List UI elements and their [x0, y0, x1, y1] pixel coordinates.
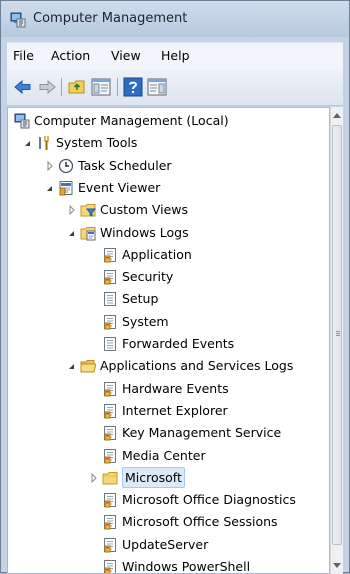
tree-item-security[interactable]: Security: [8, 267, 328, 287]
log-icon: [102, 247, 118, 263]
tree-item-system[interactable]: System: [8, 312, 328, 332]
expanded-arrow-icon[interactable]: [45, 178, 55, 198]
tree-item-label: System Tools: [56, 135, 138, 151]
tree-item-label: Internet Explorer: [122, 402, 228, 418]
event-viewer-icon: [59, 180, 73, 196]
tree-item-microsoft-office-diagnostics[interactable]: Microsoft Office Diagnostics: [8, 490, 328, 510]
tree-item-label: System: [122, 313, 169, 329]
collapsed-arrow-icon[interactable]: [45, 156, 55, 176]
menu-action[interactable]: Action: [51, 48, 90, 63]
tree-item-label: Microsoft: [122, 466, 185, 488]
menu-help[interactable]: Help: [161, 48, 190, 63]
tree-item-label: Key Management Service: [122, 425, 282, 441]
log-plain-icon: [102, 291, 118, 307]
tree-item-forwarded-events[interactable]: Forwarded Events: [8, 334, 328, 354]
expanded-arrow-icon[interactable]: [67, 356, 77, 376]
tree-item-media-center[interactable]: Media Center: [8, 446, 328, 466]
folder-open-icon: [80, 360, 96, 373]
toolbar-separator: [117, 78, 118, 96]
tree-item-windows-powershell[interactable]: Windows PowerShell: [8, 557, 328, 574]
log-icon: [102, 425, 118, 441]
tree-item-label: Hardware Events: [122, 380, 229, 396]
tree-item-key-management-service[interactable]: Key Management Service: [8, 423, 328, 443]
log-icon: [102, 537, 118, 553]
computer-management-icon: [14, 113, 30, 129]
tree-item-custom-views[interactable]: Custom Views: [8, 200, 328, 220]
tree-item-application[interactable]: Application: [8, 245, 328, 265]
log-icon: [102, 448, 118, 464]
log-icon: [102, 514, 118, 530]
tree-item-label: Event Viewer: [78, 179, 161, 195]
menu-file[interactable]: File: [13, 48, 34, 63]
window-title: Computer Management: [33, 11, 188, 26]
log-icon: [102, 314, 118, 330]
tree-item-hardware-events[interactable]: Hardware Events: [8, 379, 328, 399]
menu-bar: File Action View Help: [7, 42, 343, 69]
folder-icon: [102, 470, 118, 486]
collapsed-arrow-icon[interactable]: [89, 468, 99, 488]
tree-item-label: Forwarded Events: [122, 336, 235, 351]
tree-item-microsoft-office-sessions[interactable]: Microsoft Office Sessions: [8, 512, 328, 532]
clock-icon: [58, 158, 74, 173]
folder-logs-icon: [80, 226, 96, 240]
tree-item-updateserver[interactable]: UpdateServer: [8, 535, 328, 555]
up-folder-icon[interactable]: [67, 77, 87, 97]
tree-item-label: Applications and Services Logs: [100, 358, 294, 374]
forward-arrow-icon[interactable]: [37, 77, 57, 97]
scroll-up-arrow-icon[interactable]: [333, 113, 341, 118]
tree-item-label: Custom Views: [100, 202, 189, 218]
tree-item-event-viewer[interactable]: Event Viewer: [8, 178, 328, 198]
expanded-arrow-icon[interactable]: [23, 133, 33, 153]
scroll-down-arrow-icon[interactable]: [333, 563, 341, 568]
tree-item-label: Setup: [122, 291, 159, 307]
computer-management-icon: [10, 12, 26, 28]
title-bar[interactable]: Computer Management: [1, 1, 349, 37]
log-icon: [102, 492, 118, 508]
tree-item-label: Microsoft Office Sessions: [122, 514, 278, 530]
tree-item-label: UpdateServer: [122, 536, 209, 552]
collapsed-arrow-icon[interactable]: [67, 200, 77, 220]
vertical-scrollbar[interactable]: [330, 107, 343, 574]
tree-item-label: Security: [122, 269, 174, 285]
expanded-arrow-icon[interactable]: [67, 223, 77, 243]
toolbar-separator: [61, 78, 62, 96]
tools-icon: [39, 136, 49, 151]
show-hide-console-tree-icon[interactable]: [91, 77, 111, 97]
tree-item-system-tools[interactable]: System Tools: [8, 133, 328, 153]
computer-management-window: Computer Management File Action View Hel…: [0, 0, 350, 574]
tree-item-internet-explorer[interactable]: Internet Explorer: [8, 401, 328, 421]
tree-item-label: Application: [122, 246, 192, 262]
tree-item-setup[interactable]: Setup: [8, 289, 328, 309]
log-icon: [102, 403, 118, 419]
show-hide-action-pane-icon[interactable]: [147, 77, 167, 97]
tree-item-label: Task Scheduler: [78, 157, 172, 173]
log-icon: [102, 381, 118, 397]
log-icon: [102, 269, 118, 285]
tree-item-label: Media Center: [122, 447, 206, 463]
tree-item-computer-management-local[interactable]: Computer Management (Local): [8, 111, 328, 131]
log-plain-icon: [102, 336, 118, 352]
toolbar: [7, 69, 343, 106]
back-arrow-icon[interactable]: [13, 77, 33, 97]
tree-item-microsoft[interactable]: Microsoft: [8, 466, 328, 488]
tree-item-label: Computer Management (Local): [34, 113, 229, 128]
tree-item-label: Microsoft Office Diagnostics: [122, 492, 296, 508]
scrollbar-thumb[interactable]: [332, 125, 342, 545]
tree-item-task-scheduler[interactable]: Task Scheduler: [8, 156, 328, 176]
help-icon[interactable]: [123, 77, 143, 97]
tree-item-label: Windows Logs: [100, 224, 189, 240]
menu-view[interactable]: View: [111, 48, 141, 63]
folder-filter-icon: [80, 204, 96, 217]
tree-item-applications-and-services-logs[interactable]: Applications and Services Logs: [8, 356, 328, 376]
tree-item-windows-logs[interactable]: Windows Logs: [8, 223, 328, 243]
log-icon: [102, 559, 118, 574]
tree-item-label: Windows PowerShell: [122, 559, 251, 574]
console-tree[interactable]: Computer Management (Local) System Tools T…: [7, 107, 330, 574]
